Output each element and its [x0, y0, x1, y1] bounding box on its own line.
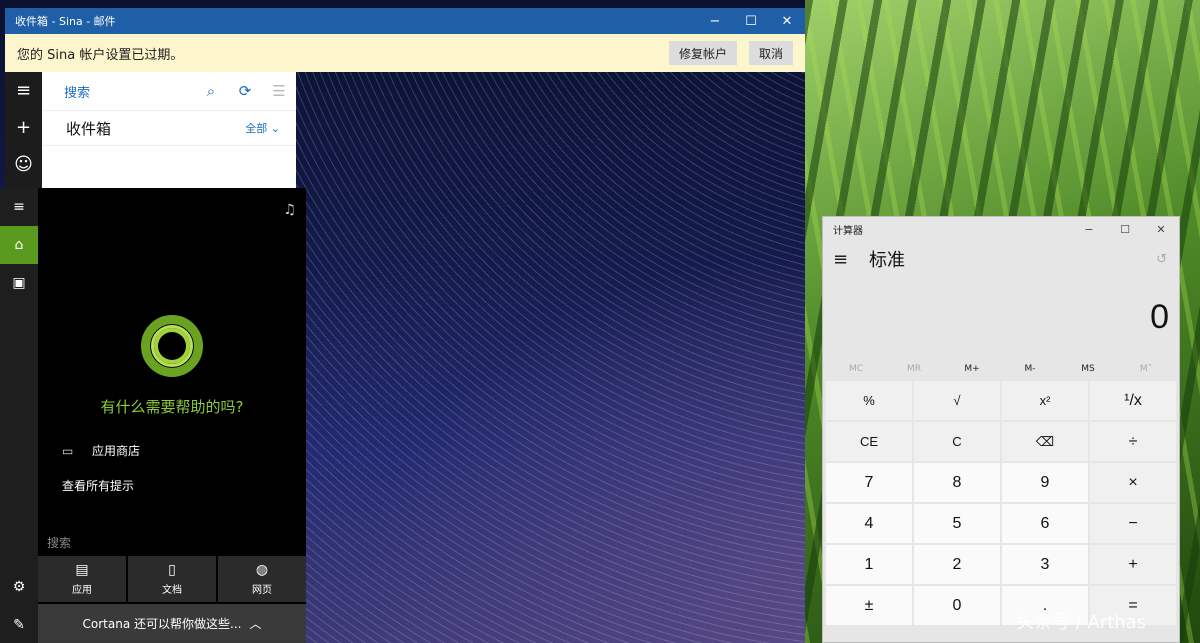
scope-web-label: 网页: [252, 585, 272, 596]
search-scope-row: ▤ 应用 ▯ 文档 ◍ 网页: [38, 556, 306, 602]
divide-key[interactable]: ÷: [1090, 422, 1176, 461]
calc-mode-title: 标准: [869, 250, 905, 271]
calculator-window: 计算器 − ☐ ✕ ≡ 标准 ↺ 0 MC MR M+ M- MS M˅ % √ x² ¹/x C…: [822, 216, 1180, 643]
memory-button[interactable]: M+: [943, 357, 1001, 381]
sqrt-key[interactable]: √: [914, 381, 1000, 420]
cortana-ring-inner: [151, 325, 193, 367]
digit-4-key[interactable]: 4: [826, 504, 912, 543]
mail-window-controls: − ☐ ✕: [697, 8, 805, 34]
digit-3-key[interactable]: 3: [1002, 545, 1088, 584]
minimize-icon[interactable]: −: [1071, 217, 1107, 241]
memory-row: MC MR M+ M- MS M˅: [823, 357, 1179, 381]
cortana-question: 有什么需要帮助的吗?: [100, 398, 244, 416]
digit-9-key[interactable]: 9: [1002, 463, 1088, 502]
memory-button[interactable]: MC: [827, 357, 885, 381]
cortana-search-label: 搜索: [47, 536, 72, 550]
cortana-panel: ≡ ⌂ ▣ ⚙ ✎ ♫ 有什么需要帮助的吗? ▭ 应用商店 查看所有提示 搜索 …: [0, 188, 306, 643]
chevron-up-icon: ︿: [249, 617, 262, 631]
scope-docs-label: 文档: [162, 585, 182, 596]
hamburger-menu-icon[interactable]: ≡: [833, 249, 863, 270]
select-mode-icon[interactable]: ☰: [262, 82, 296, 100]
fix-account-button[interactable]: 修复帐户: [668, 41, 737, 65]
digit-6-key[interactable]: 6: [1002, 504, 1088, 543]
globe-icon: ◍: [255, 562, 269, 578]
keypad: % √ x² ¹/x CE C ⌫ ÷ 7 8 9 × 4 5 6−1 2 3 + ±0. =: [823, 381, 1179, 625]
clear-key[interactable]: C: [914, 422, 1000, 461]
digit-0-key[interactable]: 0: [914, 586, 1000, 625]
cortana-more-bar[interactable]: Cortana 还可以帮你做这些... ︿: [38, 604, 306, 643]
document-icon: ▯: [168, 562, 176, 578]
mail-search-row: 搜索 ⌕ ⟳ ☰: [42, 72, 296, 110]
cancel-button[interactable]: 取消: [748, 41, 793, 65]
account-icon[interactable]: ☺: [5, 146, 42, 183]
folder-header: 收件箱 全部 ⌄: [42, 110, 296, 146]
square-key[interactable]: x²: [1002, 381, 1088, 420]
backspace-key[interactable]: ⌫: [1002, 422, 1088, 461]
feedback-icon[interactable]: ✎: [0, 606, 38, 643]
subtract-key[interactable]: −: [1090, 504, 1176, 543]
see-all-tips-label: 查看所有提示: [62, 479, 135, 493]
percent-key[interactable]: %: [826, 381, 912, 420]
folder-title: 收件箱: [66, 119, 112, 138]
mail-search-input[interactable]: 搜索: [64, 82, 194, 101]
reciprocal-key[interactable]: ¹/x: [1090, 381, 1176, 420]
cortana-rail-bottom: ⚙ ✎: [0, 568, 38, 643]
account-expired-banner: 您的 Sina 帐户设置已过期。 修复帐户 取消: [5, 34, 805, 72]
memory-button[interactable]: M˅: [1117, 357, 1175, 381]
negate-key[interactable]: ±: [826, 586, 912, 625]
multiply-key[interactable]: ×: [1090, 463, 1176, 502]
filter-dropdown[interactable]: 全部 ⌄: [245, 120, 280, 136]
clear-entry-key[interactable]: CE: [826, 422, 912, 461]
watermark: 头条号 / Arthas: [1016, 612, 1147, 633]
sync-icon[interactable]: ⟳: [228, 82, 262, 100]
history-icon[interactable]: ↺: [1156, 252, 1167, 267]
digit-7-key[interactable]: 7: [826, 463, 912, 502]
calc-display: 0: [1150, 297, 1169, 336]
scope-docs-button[interactable]: ▯ 文档: [128, 556, 216, 602]
settings-gear-icon[interactable]: ⚙: [0, 568, 38, 606]
minimize-icon[interactable]: −: [697, 8, 733, 34]
calc-header: ≡ 标准 ↺: [823, 241, 1179, 277]
hamburger-menu-icon[interactable]: ≡: [5, 72, 42, 109]
apps-icon: ▤: [75, 562, 89, 578]
calc-window-controls: − ☐ ✕: [1071, 217, 1179, 241]
filter-label: 全部: [245, 122, 268, 135]
maximize-icon[interactable]: ☐: [733, 8, 769, 34]
calc-window-title: 计算器: [833, 225, 863, 237]
cortana-bar-text: Cortana 还可以帮你做这些...: [82, 617, 242, 631]
scope-web-button[interactable]: ◍ 网页: [218, 556, 306, 602]
maximize-icon[interactable]: ☐: [1107, 217, 1143, 241]
memory-button[interactable]: MS: [1059, 357, 1117, 381]
music-icon[interactable]: ♫: [283, 202, 296, 218]
scope-apps-label: 应用: [72, 585, 92, 596]
digit-8-key[interactable]: 8: [914, 463, 1000, 502]
cortana-main: ♫ 有什么需要帮助的吗? ▭ 应用商店 查看所有提示 搜索 ▤ 应用 ▯ 文档 …: [38, 188, 306, 643]
new-mail-icon[interactable]: +: [5, 109, 42, 146]
digit-5-key[interactable]: 5: [914, 504, 1000, 543]
digit-2-key[interactable]: 2: [914, 545, 1000, 584]
notebook-icon[interactable]: ▣: [0, 264, 38, 302]
chevron-down-icon: ⌄: [270, 122, 280, 135]
banner-message: 您的 Sina 帐户设置已过期。: [17, 47, 184, 63]
mail-window-title: 收件箱 - Sina - 邮件: [15, 15, 116, 28]
close-icon[interactable]: ✕: [769, 8, 805, 34]
cortana-menu-icon[interactable]: ≡: [0, 188, 38, 226]
store-item-label: 应用商店: [92, 444, 141, 458]
scope-apps-button[interactable]: ▤ 应用: [38, 556, 126, 602]
memory-button[interactable]: MR: [885, 357, 943, 381]
cortana-nav-rail: ≡ ⌂ ▣ ⚙ ✎: [0, 188, 38, 643]
store-item[interactable]: ▭ 应用商店: [62, 442, 140, 459]
image-icon: ▭: [62, 443, 74, 458]
mail-titlebar[interactable]: 收件箱 - Sina - 邮件 − ☐ ✕: [5, 8, 805, 34]
digit-1-key[interactable]: 1: [826, 545, 912, 584]
mail-nav-rail: ≡ + ☺: [5, 72, 42, 190]
home-icon[interactable]: ⌂: [0, 226, 38, 264]
add-key[interactable]: +: [1090, 545, 1176, 584]
search-icon[interactable]: ⌕: [194, 82, 228, 100]
memory-button[interactable]: M-: [1001, 357, 1059, 381]
see-all-tips-item[interactable]: 查看所有提示: [62, 477, 134, 494]
calc-titlebar[interactable]: 计算器 − ☐ ✕: [823, 217, 1179, 241]
mail-list-pane: 搜索 ⌕ ⟳ ☰ 收件箱 全部 ⌄: [42, 72, 296, 190]
close-icon[interactable]: ✕: [1143, 217, 1179, 241]
